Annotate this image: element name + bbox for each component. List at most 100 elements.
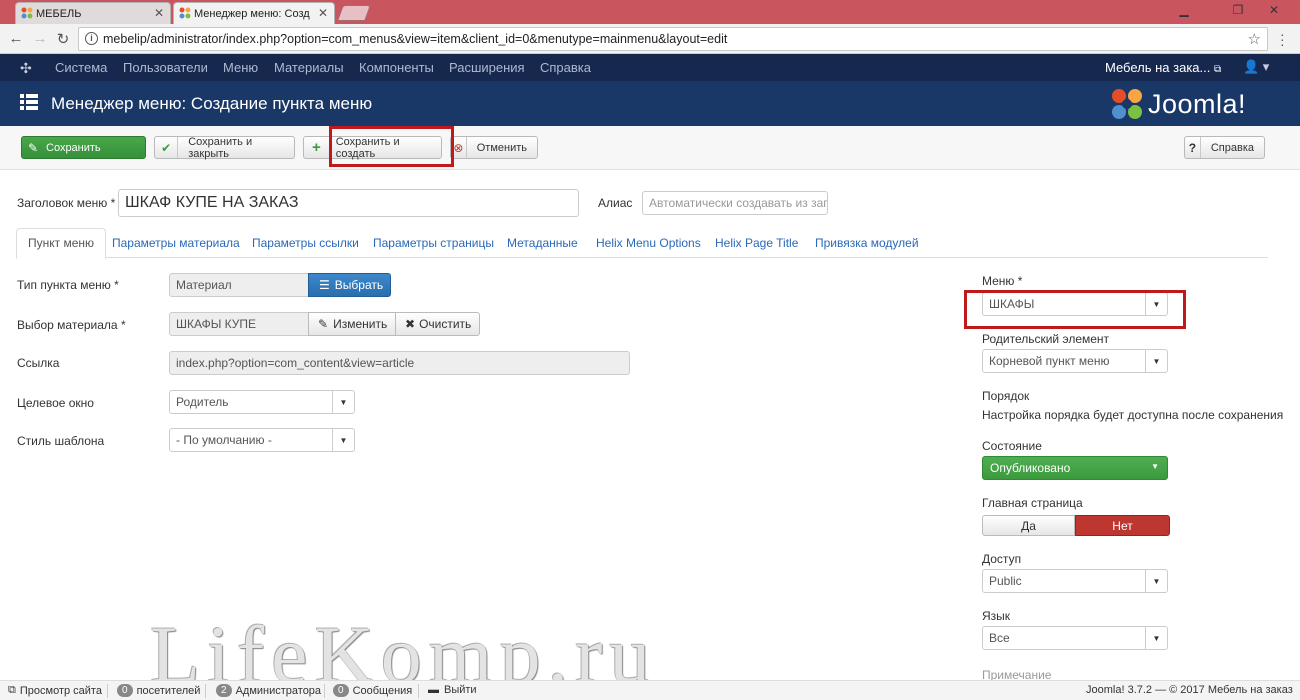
chevron-down-icon: ▼ [1145,350,1167,372]
close-tab-icon[interactable]: ✕ [154,6,164,20]
menu-title-value: ШКАФ КУПЕ НА ЗАКАЗ [125,194,299,211]
site-link-label: Мебель на зака... [1105,60,1211,75]
language-select[interactable]: Все ▼ [982,626,1168,650]
default-page-yes-button[interactable]: Да [982,515,1075,536]
forward-arrow-icon[interactable]: → [30,30,50,47]
browser-tab-mebel[interactable]: МЕБЕЛЬ ✕ [15,2,171,24]
menu-title-input[interactable]: ШКАФ КУПЕ НА ЗАКАЗ [118,189,579,217]
tab-module-assignment[interactable]: Привязка модулей [815,236,919,250]
status-label: Состояние [982,439,1042,453]
url-field[interactable]: i mebelip/administrator/index.php?option… [78,27,1268,51]
chevron-down-icon: ▼ [1145,627,1167,649]
access-select[interactable]: Public ▼ [982,569,1168,593]
messages-label: Сообщения [352,684,413,697]
select-article-label: Выбор материала * [17,318,126,332]
save-and-close-button[interactable]: ✔ Сохранить и закрыть [154,136,295,160]
ordering-label: Порядок [982,389,1030,403]
parent-item-value: Корневой пункт меню [989,354,1110,368]
template-style-select[interactable]: - По умолчанию - ▼ [169,428,355,452]
cancel-button[interactable]: ⊗ Отменить [450,136,538,159]
visitors-status[interactable]: 0 посетителей [117,684,200,697]
default-page-no-button[interactable]: Нет [1075,515,1170,536]
browser-tab-title: Менеджер меню: Созд [194,7,310,20]
joomla-logo-icon [1112,89,1142,119]
status-divider [205,684,206,698]
site-link[interactable]: Мебель на зака... ⧉ [1105,60,1221,75]
language-label: Язык [982,609,1011,623]
edit-article-button[interactable]: ✎ Изменить [308,312,396,336]
admins-status[interactable]: 2 Администратора [216,684,321,697]
nav-item-users[interactable]: Пользователи [123,60,208,75]
selected-article-field: ШКАФЫ КУПЕ [169,312,309,336]
status-divider [107,684,108,698]
template-style-label: Стиль шаблона [17,434,105,448]
window-close-icon[interactable]: ✕ [1260,0,1288,20]
admin-top-nav: ✣ Система Пользователи Меню Материалы Ко… [0,54,1300,81]
chevron-down-icon: ▼ [332,391,354,413]
access-label: Доступ [982,552,1022,566]
highlight-menu-select [964,290,1186,329]
select-type-button[interactable]: ☰ Выбрать [308,273,391,297]
alias-input[interactable]: Автоматически создавать из заголовка [642,191,828,215]
maximize-icon[interactable]: ❐ [1224,0,1252,20]
new-tab-button[interactable] [337,5,371,21]
tab-metadata[interactable]: Метаданные [507,236,578,250]
selected-article-value: ШКАФЫ КУПЕ [176,317,257,331]
help-button[interactable]: ? Справка [1184,136,1265,159]
logout-label: Выйти [444,684,477,696]
tab-helix-menu-options[interactable]: Helix Menu Options [596,236,701,250]
chevron-down-icon: ▼ [1145,570,1167,592]
tab-page-display[interactable]: Параметры страницы [373,236,494,250]
chevron-down-icon: ▼ [1151,462,1159,471]
preview-site-link[interactable]: ⧉ Просмотр сайта [8,684,102,697]
close-tab-icon[interactable]: ✕ [318,6,328,20]
help-label: Справка [1210,141,1254,154]
clear-article-button[interactable]: ✖ Очистить [395,312,480,336]
nav-item-content[interactable]: Материалы [274,60,344,75]
reload-icon[interactable]: ↻ [53,30,73,48]
back-arrow-icon[interactable]: ← [6,30,26,47]
external-link-icon: ⧉ [8,684,16,696]
default-page-label: Главная страница [982,496,1083,510]
nav-item-help[interactable]: Справка [540,60,591,75]
preview-site-label: Просмотр сайта [19,684,102,697]
nav-item-menus[interactable]: Меню [223,60,258,75]
visitors-count-badge: 0 [117,684,133,697]
status-select[interactable]: Опубликовано ▼ [982,456,1168,480]
template-style-value: - По умолчанию - [176,433,272,447]
clear-article-label: Очистить [419,317,472,331]
address-bar: ← → ↻ i mebelip/administrator/index.php?… [0,24,1300,54]
target-window-select[interactable]: Родитель ▼ [169,390,355,414]
nav-item-extensions[interactable]: Расширения [449,60,525,75]
tab-helix-page-title[interactable]: Helix Page Title [715,236,798,250]
joomla-logo-icon[interactable]: ✣ [20,60,32,77]
messages-status[interactable]: 0 Сообщения [333,684,412,697]
tab-article-options[interactable]: Параметры материала [112,236,240,250]
minimize-icon[interactable]: ▁ [1170,0,1198,20]
action-toolbar: ✎ Сохранить ✔ Сохранить и закрыть + Сохр… [0,126,1300,170]
info-icon[interactable]: i [85,32,98,45]
parent-item-select[interactable]: Корневой пункт меню ▼ [982,349,1168,373]
tab-link-type[interactable]: Параметры ссылки [252,236,359,250]
user-menu-icon[interactable]: 👤 ▾ [1243,59,1269,75]
edit-article-label: Изменить [333,317,388,331]
nav-item-system[interactable]: Система [55,60,107,75]
browser-tab-menu-manager[interactable]: Менеджер меню: Созд ✕ [173,2,335,24]
save-button[interactable]: ✎ Сохранить [21,136,146,159]
edit-icon: ✎ [27,140,39,155]
tab-menu-item[interactable]: Пункт меню [16,228,107,259]
url-text: mebelip/administrator/index.php?option=c… [103,32,728,46]
edit-tabs: Пункт меню Параметры материала Параметры… [16,228,1268,259]
clear-x-icon: ✖ [405,317,416,331]
bookmark-star-icon[interactable]: ☆ [1248,30,1261,48]
menu-item-type-value: Материал [176,278,232,292]
browser-menu-icon[interactable]: · · · [1280,27,1285,51]
admins-label: Администратора [235,684,322,697]
parent-item-label: Родительский элемент [982,332,1110,346]
nav-item-components[interactable]: Компоненты [359,60,434,75]
cancel-label: Отменить [476,141,527,154]
save-button-label: Сохранить [46,141,101,154]
logout-link[interactable]: ▬ Выйти [428,684,477,696]
status-divider [324,684,325,698]
link-field: index.php?option=com_content&view=articl… [169,351,630,375]
